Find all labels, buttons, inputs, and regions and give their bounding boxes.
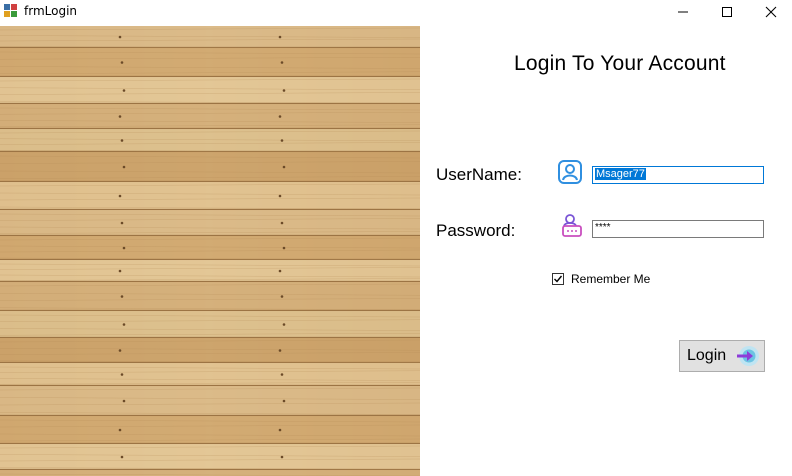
wood-plank-picture bbox=[0, 26, 420, 476]
username-field[interactable]: Msager77 bbox=[592, 166, 764, 184]
checkbox-box[interactable] bbox=[552, 273, 564, 285]
username-label: UserName: bbox=[436, 165, 522, 184]
login-button-label: Login bbox=[687, 347, 727, 364]
remember-me-checkbox[interactable]: Remember Me bbox=[552, 272, 650, 286]
check-icon bbox=[554, 275, 563, 283]
window-title: frmLogin bbox=[24, 4, 78, 18]
app-icon bbox=[4, 4, 17, 17]
minimize-icon bbox=[678, 11, 688, 13]
page-title: Login To Your Account bbox=[514, 52, 726, 75]
remember-me-label: Remember Me bbox=[571, 272, 651, 286]
user-lock-icon bbox=[562, 214, 582, 237]
maximize-icon bbox=[722, 7, 732, 17]
maximize-button[interactable] bbox=[704, 0, 750, 24]
username-value: Msager77 bbox=[595, 168, 646, 180]
minimize-button[interactable] bbox=[660, 0, 706, 24]
login-button[interactable]: Login bbox=[679, 340, 765, 372]
password-label: Password: bbox=[436, 221, 516, 240]
close-button[interactable] bbox=[748, 0, 792, 24]
arrow-right-circle-icon bbox=[737, 346, 760, 366]
user-profile-icon bbox=[558, 160, 582, 184]
title-bar: frmLogin bbox=[0, 0, 792, 26]
close-icon bbox=[765, 6, 777, 18]
password-field[interactable]: **** bbox=[592, 220, 764, 238]
